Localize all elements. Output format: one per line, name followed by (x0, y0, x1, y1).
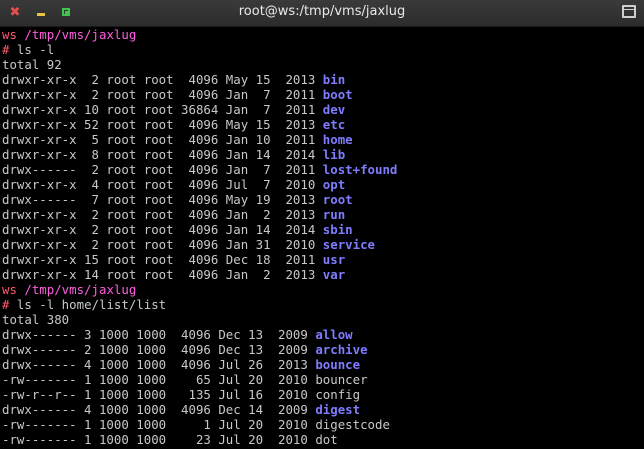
listing-row: drwxr-xr-x 2 root root 4096 May 15 2013 … (2, 72, 642, 87)
listing-meta: drwxr-xr-x 15 root root 4096 Dec 18 2011 (2, 252, 323, 267)
listing-meta: -rw------- 1 1000 1000 65 Jul 20 2010 (2, 372, 316, 387)
listing-meta: drwxr-xr-x 10 root root 36864 Jan 7 2011 (2, 102, 323, 117)
directory-name: digest (315, 402, 361, 417)
listing-row: drwxr-xr-x 2 root root 4096 Jan 2 2013 r… (2, 207, 642, 222)
listing-meta: drwxr-xr-x 8 root root 4096 Jan 14 2014 (2, 147, 323, 162)
listing-meta: -rw-r--r-- 1 1000 1000 135 Jul 16 2010 (2, 387, 316, 402)
window-title: root@ws:/tmp/vms/jaxlug (238, 4, 406, 19)
terminal-window: ✖ root@ws:/tmp/vms/jaxlug ws /tmp/vms/ja… (0, 0, 644, 449)
listing-row: drwx------ 7 root root 4096 May 19 2013 … (2, 192, 642, 207)
title-bar[interactable]: ✖ root@ws:/tmp/vms/jaxlug (0, 0, 644, 27)
listing-row: -rw------- 1 1000 1000 1 Jul 20 2010 dig… (2, 417, 642, 432)
directory-name: root (322, 192, 353, 207)
directory-name: run (322, 207, 346, 222)
listing-meta: drwx------ 2 root root 4096 Jan 7 2011 (2, 162, 323, 177)
listing-meta: -rw------- 1 1000 1000 23 Jul 20 2010 (2, 432, 316, 447)
listing-row: drwxr-xr-x 2 root root 4096 Jan 7 2011 b… (2, 87, 642, 102)
file-name: config (315, 387, 361, 402)
output-line: total 92 (2, 57, 642, 72)
output-text: total 380 (2, 312, 70, 327)
prompt-host: ws (2, 27, 17, 42)
output-text: total 92 (2, 57, 62, 72)
listing-row: drwxr-xr-x 52 root root 4096 May 15 2013… (2, 117, 642, 132)
prompt-line: ws /tmp/vms/jaxlug (2, 282, 642, 297)
listing-row: drwxr-xr-x 2 root root 4096 Jan 31 2010 … (2, 237, 642, 252)
command-text: ls -l (9, 42, 55, 57)
listing-row: -rw------- 1 1000 1000 65 Jul 20 2010 bo… (2, 372, 642, 387)
directory-name: lib (322, 147, 346, 162)
listing-meta: drwxr-xr-x 2 root root 4096 Jan 31 2010 (2, 237, 323, 252)
directory-name: opt (322, 177, 346, 192)
prompt-host: ws (2, 282, 17, 297)
listing-meta: drwx------ 2 1000 1000 4096 Dec 13 2009 (2, 342, 316, 357)
terminal-icon (622, 5, 636, 18)
listing-row: drwxr-xr-x 5 root root 4096 Jan 10 2011 … (2, 132, 642, 147)
listing-row: drwx------ 3 1000 1000 4096 Dec 13 2009 … (2, 327, 642, 342)
listing-meta: drwx------ 4 1000 1000 4096 Dec 14 2009 (2, 402, 316, 417)
directory-name: etc (322, 117, 346, 132)
listing-meta: drwxr-xr-x 14 root root 4096 Jan 2 2013 (2, 267, 323, 282)
directory-name: var (322, 267, 346, 282)
directory-name: boot (322, 87, 353, 102)
prompt-line: ws /tmp/vms/jaxlug (2, 27, 642, 42)
directory-name: sbin (322, 222, 353, 237)
listing-meta: drwxr-xr-x 2 root root 4096 May 15 2013 (2, 72, 323, 87)
listing-row: -rw-r--r-- 1 1000 1000 135 Jul 16 2010 c… (2, 387, 642, 402)
command-line: # ls -l home/list/list (2, 297, 642, 312)
listing-row: drwx------ 2 root root 4096 Jan 7 2011 l… (2, 162, 642, 177)
listing-row: drwx------ 4 1000 1000 4096 Dec 14 2009 … (2, 402, 642, 417)
directory-name: usr (322, 252, 346, 267)
listing-row: drwxr-xr-x 8 root root 4096 Jan 14 2014 … (2, 147, 642, 162)
listing-row: drwxr-xr-x 15 root root 4096 Dec 18 2011… (2, 252, 642, 267)
listing-row: -rw------- 1 1000 1000 23 Jul 20 2010 do… (2, 432, 642, 447)
directory-name: service (322, 237, 375, 252)
listing-meta: drwxr-xr-x 5 root root 4096 Jan 10 2011 (2, 132, 323, 147)
file-name: digestcode (315, 417, 390, 432)
directory-name: allow (315, 327, 353, 342)
listing-meta: drwxr-xr-x 2 root root 4096 Jan 2 2013 (2, 207, 323, 222)
listing-meta: drwx------ 7 root root 4096 May 19 2013 (2, 192, 323, 207)
listing-row: drwxr-xr-x 4 root root 4096 Jul 7 2010 o… (2, 177, 642, 192)
listing-meta: drwxr-xr-x 2 root root 4096 Jan 14 2014 (2, 222, 323, 237)
listing-meta: -rw------- 1 1000 1000 1 Jul 20 2010 (2, 417, 316, 432)
listing-meta: drwxr-xr-x 4 root root 4096 Jul 7 2010 (2, 177, 323, 192)
command-text: ls -l home/list/list (9, 297, 167, 312)
listing-row: drwx------ 2 1000 1000 4096 Dec 13 2009 … (2, 342, 642, 357)
command-line: # ls -l (2, 42, 642, 57)
listing-row: drwx------ 4 1000 1000 4096 Jul 26 2013 … (2, 357, 642, 372)
listing-meta: drwx------ 4 1000 1000 4096 Jul 26 2013 (2, 357, 316, 372)
output-line: total 380 (2, 312, 642, 327)
directory-name: bin (322, 72, 346, 87)
listing-row: drwxr-xr-x 10 root root 36864 Jan 7 2011… (2, 102, 642, 117)
prompt-path: /tmp/vms/jaxlug (16, 282, 137, 297)
directory-name: dev (322, 102, 346, 117)
prompt-path: /tmp/vms/jaxlug (16, 27, 137, 42)
directory-name: home (322, 132, 353, 147)
listing-meta: drwxr-xr-x 52 root root 4096 May 15 2013 (2, 117, 323, 132)
listing-meta: drwx------ 3 1000 1000 4096 Dec 13 2009 (2, 327, 316, 342)
file-name: bouncer (315, 372, 368, 387)
listing-meta: drwxr-xr-x 2 root root 4096 Jan 7 2011 (2, 87, 323, 102)
directory-name: archive (315, 342, 368, 357)
directory-name: lost+found (322, 162, 398, 177)
file-name: dot (315, 432, 338, 447)
directory-name: bounce (315, 357, 361, 372)
listing-row: drwxr-xr-x 14 root root 4096 Jan 2 2013 … (2, 267, 642, 282)
listing-row: drwxr-xr-x 2 root root 4096 Jan 14 2014 … (2, 222, 642, 237)
terminal-output[interactable]: ws /tmp/vms/jaxlug # ls -l total 92 drwxr-x… (2, 27, 642, 449)
